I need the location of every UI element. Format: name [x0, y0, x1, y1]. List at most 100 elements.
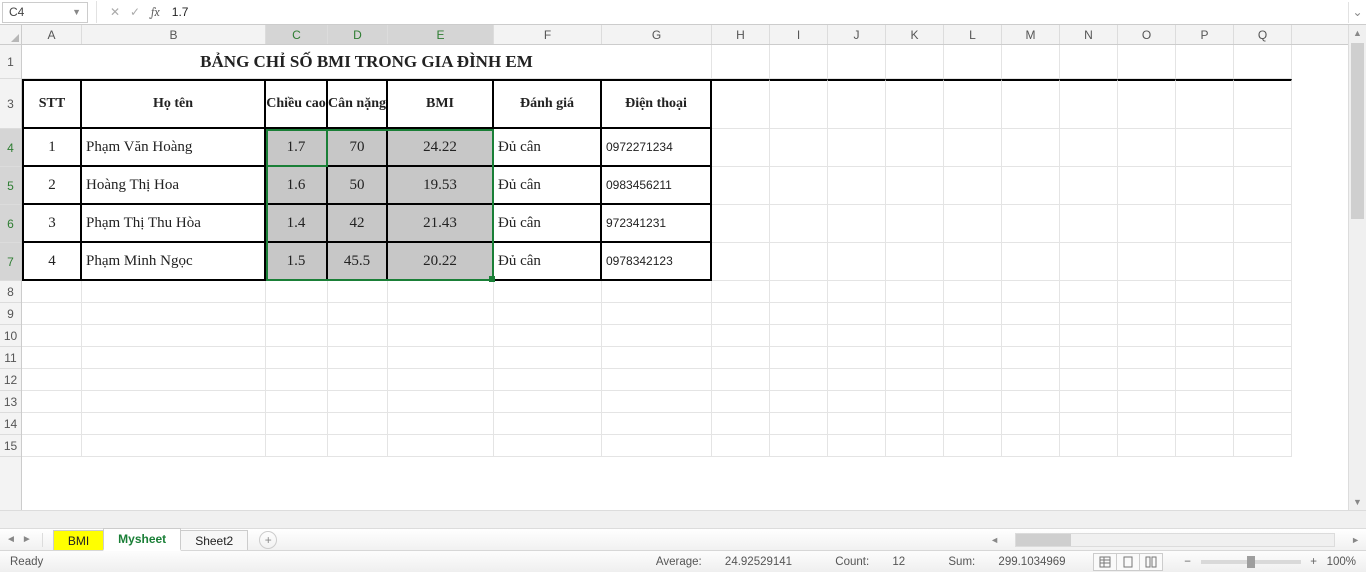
empty-cell[interactable] — [1176, 243, 1234, 281]
empty-cell[interactable] — [1234, 413, 1292, 435]
empty-cell[interactable] — [828, 129, 886, 167]
empty-cell[interactable] — [1060, 45, 1118, 79]
empty-cell[interactable] — [770, 435, 828, 457]
empty-cell[interactable] — [828, 45, 886, 79]
empty-cell[interactable] — [712, 303, 770, 325]
empty-cell[interactable] — [388, 347, 494, 369]
empty-cell[interactable] — [1118, 79, 1176, 129]
empty-cell[interactable] — [602, 435, 712, 457]
empty-cell[interactable] — [886, 303, 944, 325]
empty-cell[interactable] — [266, 391, 328, 413]
empty-cell[interactable] — [82, 391, 266, 413]
empty-cell[interactable] — [1118, 413, 1176, 435]
empty-cell[interactable] — [602, 413, 712, 435]
empty-cell[interactable] — [1002, 391, 1060, 413]
tab-mysheet[interactable]: Mysheet — [103, 528, 181, 551]
empty-cell[interactable] — [1060, 129, 1118, 167]
empty-cell[interactable] — [328, 281, 388, 303]
empty-cell[interactable] — [22, 347, 82, 369]
row-header-1[interactable]: 1 — [0, 45, 21, 79]
empty-cell[interactable] — [1118, 303, 1176, 325]
tab-next-icon[interactable]: ► — [22, 534, 32, 545]
col-header-C[interactable]: C — [266, 25, 328, 44]
empty-cell[interactable] — [602, 303, 712, 325]
col-header-G[interactable]: G — [602, 25, 712, 44]
empty-cell[interactable] — [82, 303, 266, 325]
empty-cell[interactable] — [266, 281, 328, 303]
empty-cell[interactable] — [388, 303, 494, 325]
name-box[interactable]: C4 ▼ — [2, 2, 88, 23]
empty-cell[interactable] — [22, 303, 82, 325]
empty-cell[interactable] — [266, 347, 328, 369]
empty-cell[interactable] — [770, 325, 828, 347]
empty-cell[interactable] — [1176, 347, 1234, 369]
empty-cell[interactable] — [828, 413, 886, 435]
new-sheet-button[interactable]: + — [259, 531, 277, 549]
empty-cell[interactable] — [1234, 243, 1292, 281]
chevron-down-icon[interactable]: ▼ — [72, 7, 81, 17]
empty-cell[interactable] — [266, 303, 328, 325]
empty-cell[interactable] — [712, 129, 770, 167]
empty-cell[interactable] — [388, 325, 494, 347]
zoom-slider-knob[interactable] — [1247, 556, 1255, 568]
empty-cell[interactable] — [1118, 45, 1176, 79]
row-header-7[interactable]: 7 — [0, 243, 21, 281]
empty-cell[interactable] — [1234, 45, 1292, 79]
empty-cell[interactable] — [494, 391, 602, 413]
empty-cell[interactable] — [1002, 129, 1060, 167]
empty-cell[interactable] — [1060, 79, 1118, 129]
empty-cell[interactable] — [828, 205, 886, 243]
empty-cell[interactable] — [886, 167, 944, 205]
empty-cell[interactable] — [1118, 325, 1176, 347]
empty-cell[interactable] — [1234, 347, 1292, 369]
empty-cell[interactable] — [770, 391, 828, 413]
empty-cell[interactable] — [712, 167, 770, 205]
empty-cell[interactable] — [886, 281, 944, 303]
empty-cell[interactable] — [828, 243, 886, 281]
empty-cell[interactable] — [886, 129, 944, 167]
empty-cell[interactable] — [388, 413, 494, 435]
empty-cell[interactable] — [82, 281, 266, 303]
empty-cell[interactable] — [1002, 435, 1060, 457]
empty-cell[interactable] — [828, 303, 886, 325]
empty-cell[interactable] — [944, 303, 1002, 325]
row-header-13[interactable]: 13 — [0, 391, 21, 413]
empty-cell[interactable] — [1176, 435, 1234, 457]
empty-cell[interactable] — [1060, 167, 1118, 205]
empty-cell[interactable] — [770, 413, 828, 435]
empty-cell[interactable] — [1176, 45, 1234, 79]
empty-cell[interactable] — [602, 391, 712, 413]
empty-cell[interactable] — [770, 347, 828, 369]
empty-cell[interactable] — [886, 205, 944, 243]
empty-cell[interactable] — [1234, 205, 1292, 243]
empty-cell[interactable] — [494, 435, 602, 457]
col-header-F[interactable]: F — [494, 25, 602, 44]
empty-cell[interactable] — [22, 391, 82, 413]
empty-cell[interactable] — [944, 325, 1002, 347]
fx-icon[interactable]: fx — [145, 5, 166, 19]
row-header-4[interactable]: 4 — [0, 129, 21, 167]
empty-cell[interactable] — [82, 369, 266, 391]
empty-cell[interactable] — [712, 243, 770, 281]
empty-cell[interactable] — [1176, 167, 1234, 205]
row-header-3[interactable]: 3 — [0, 79, 21, 129]
empty-cell[interactable] — [1176, 413, 1234, 435]
empty-cell[interactable] — [712, 45, 770, 79]
empty-cell[interactable] — [712, 391, 770, 413]
empty-cell[interactable] — [388, 281, 494, 303]
empty-cell[interactable] — [494, 281, 602, 303]
view-page-layout-button[interactable] — [1116, 553, 1140, 571]
empty-cell[interactable] — [266, 325, 328, 347]
empty-cell[interactable] — [22, 325, 82, 347]
empty-cell[interactable] — [1176, 79, 1234, 129]
empty-cell[interactable] — [1002, 281, 1060, 303]
col-header-J[interactable]: J — [828, 25, 886, 44]
empty-cell[interactable] — [1002, 167, 1060, 205]
empty-cell[interactable] — [1118, 205, 1176, 243]
scroll-thumb[interactable] — [1351, 43, 1364, 219]
empty-cell[interactable] — [494, 303, 602, 325]
col-header-M[interactable]: M — [1002, 25, 1060, 44]
empty-cell[interactable] — [1118, 347, 1176, 369]
empty-cell[interactable] — [1118, 391, 1176, 413]
row-header-15[interactable]: 15 — [0, 435, 21, 457]
